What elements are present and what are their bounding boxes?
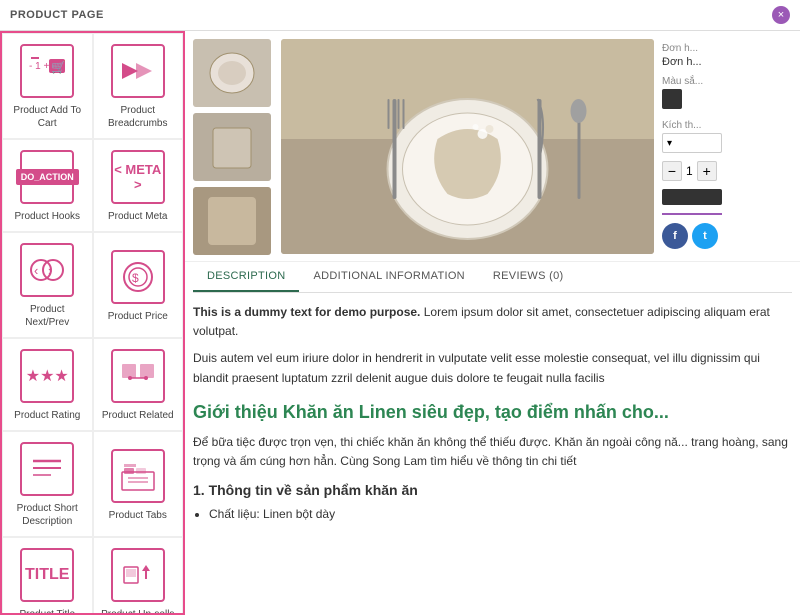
color-swatch-dark[interactable] <box>662 89 682 109</box>
widget-icon-cart: - 1 + 🛒 <box>20 44 74 98</box>
svg-text:- 1 +: - 1 + <box>29 61 49 72</box>
tab-reviews[interactable]: REVIEWS (0) <box>479 262 578 292</box>
tab-description[interactable]: DESCRIPTION <box>193 262 299 292</box>
add-to-cart-color-block <box>662 189 722 205</box>
twitter-button[interactable]: t <box>692 223 718 249</box>
widget-grid: - 1 + 🛒 Product Add To Cart Product Brea… <box>2 33 183 615</box>
thumbnail-1[interactable] <box>193 39 271 107</box>
sidebar-item-product-next-prev[interactable]: ‹ › Product Next/Prev <box>2 232 93 338</box>
qty-increase-button[interactable]: + <box>697 161 717 181</box>
top-bar: PRODUCT PAGE × <box>0 0 800 31</box>
heading-2: 1. Thông tin về sản phẩm khăn ăn <box>193 479 792 501</box>
widget-icon-title: TITLE <box>20 548 74 602</box>
sidebar-item-product-title[interactable]: TITLE Product Title <box>2 537 93 615</box>
right-info-panel: Đơn h... Đơn h... Màu sắ... Kích th... ▾… <box>662 39 792 253</box>
tabs-nav: DESCRIPTION ADDITIONAL INFORMATION REVIE… <box>193 262 792 293</box>
sidebar-item-product-add-to-cart[interactable]: - 1 + 🛒 Product Add To Cart <box>2 33 93 139</box>
widget-label-breadcrumbs: Product Breadcrumbs <box>99 104 178 130</box>
thumbnail-column <box>193 39 273 253</box>
sidebar-item-product-meta[interactable]: < META > Product Meta <box>93 139 184 232</box>
sidebar-item-product-rating[interactable]: ★★★ Product Rating <box>2 338 93 431</box>
para-3: Để bữa tiệc được trọn vẹn, thi chiếc khă… <box>193 433 792 471</box>
widget-icon-rating: ★★★ <box>20 349 74 403</box>
bullet-item-1: Chất liệu: Linen bột dày <box>209 505 792 523</box>
size-selector: Kích th... ▾ <box>662 120 792 153</box>
qty-decrease-button[interactable]: − <box>662 161 682 181</box>
content-area: ☀ Đơn h... Đơn h... Màu sắ... Kích th...… <box>185 31 800 615</box>
widget-label-hooks: Product Hooks <box>14 210 80 223</box>
sidebar-item-product-hooks[interactable]: DO_ACTION Product Hooks <box>2 139 93 232</box>
tabs-section: DESCRIPTION ADDITIONAL INFORMATION REVIE… <box>185 261 800 523</box>
sidebar-item-product-breadcrumbs[interactable]: Product Breadcrumbs <box>93 33 184 139</box>
widget-label-rating: Product Rating <box>14 409 80 422</box>
intro-bold: This is a dummy text for demo purpose. <box>193 305 420 319</box>
widget-label-title: Product Title <box>19 608 75 615</box>
page-title: PRODUCT PAGE <box>10 9 104 21</box>
widget-icon-tabs <box>111 449 165 503</box>
thumbnail-2[interactable] <box>193 113 271 181</box>
size-dropdown[interactable]: ▾ <box>662 133 722 153</box>
widget-label-related: Product Related <box>102 409 174 422</box>
widget-icon-short-desc <box>20 442 74 496</box>
heading-1: Giới thiệu Khăn ăn Linen siêu đẹp, tạo đ… <box>193 398 792 427</box>
widget-icon-meta: < META > <box>111 150 165 204</box>
thumbnail-3[interactable] <box>193 187 271 255</box>
main-layout: - 1 + 🛒 Product Add To Cart Product Brea… <box>0 31 800 615</box>
sidebar-item-product-short-desc[interactable]: Product Short Description <box>2 431 93 537</box>
bullet-list: Chất liệu: Linen bột dày <box>209 505 792 523</box>
social-buttons: f t <box>662 223 792 249</box>
widget-label-add-to-cart: Product Add To Cart <box>8 104 87 130</box>
quantity-control: − 1 + <box>662 161 792 181</box>
facebook-button[interactable]: f <box>662 223 688 249</box>
sidebar: - 1 + 🛒 Product Add To Cart Product Brea… <box>0 31 185 615</box>
svg-text:›: › <box>48 263 52 278</box>
widget-label-price: Product Price <box>108 310 168 323</box>
svg-text:‹: ‹ <box>34 263 38 278</box>
sidebar-item-product-tabs[interactable]: Product Tabs <box>93 431 184 537</box>
divider <box>662 213 722 215</box>
product-images-section: ☀ Đơn h... Đơn h... Màu sắ... Kích th...… <box>185 31 800 261</box>
widget-icon-hooks: DO_ACTION <box>20 150 74 204</box>
main-product-image: ☀ <box>281 39 654 254</box>
para-2: Duis autem vel eum iriure dolor in hendr… <box>193 349 792 387</box>
sidebar-item-product-price[interactable]: $ Product Price <box>93 232 184 338</box>
sidebar-item-product-related[interactable]: Product Related <box>93 338 184 431</box>
widget-icon-related <box>111 349 165 403</box>
close-button[interactable]: × <box>772 6 790 24</box>
widget-label-meta: Product Meta <box>108 210 167 223</box>
widget-icon-nav: ‹ › <box>20 243 74 297</box>
shipping-info-1: Đơn h... Đơn h... <box>662 43 792 68</box>
tab-additional-info[interactable]: ADDITIONAL INFORMATION <box>299 262 478 292</box>
color-selector: Màu sắ... <box>662 76 792 112</box>
widget-label-upsells: Product Up-sells <box>101 608 174 615</box>
qty-value: 1 <box>686 164 693 178</box>
svg-text:$: $ <box>132 271 139 285</box>
widget-label-next-prev: Product Next/Prev <box>8 303 87 329</box>
widget-icon-breadcrumbs <box>111 44 165 98</box>
widget-icon-price: $ <box>111 250 165 304</box>
widget-label-tabs: Product Tabs <box>109 509 167 522</box>
widget-label-short-desc: Product Short Description <box>8 502 87 528</box>
svg-text:🛒: 🛒 <box>51 60 66 74</box>
tab-content-description: This is a dummy text for demo purpose. L… <box>193 293 792 523</box>
sidebar-item-product-upsells[interactable]: Product Up-sells <box>93 537 184 615</box>
widget-icon-upsells <box>111 548 165 602</box>
